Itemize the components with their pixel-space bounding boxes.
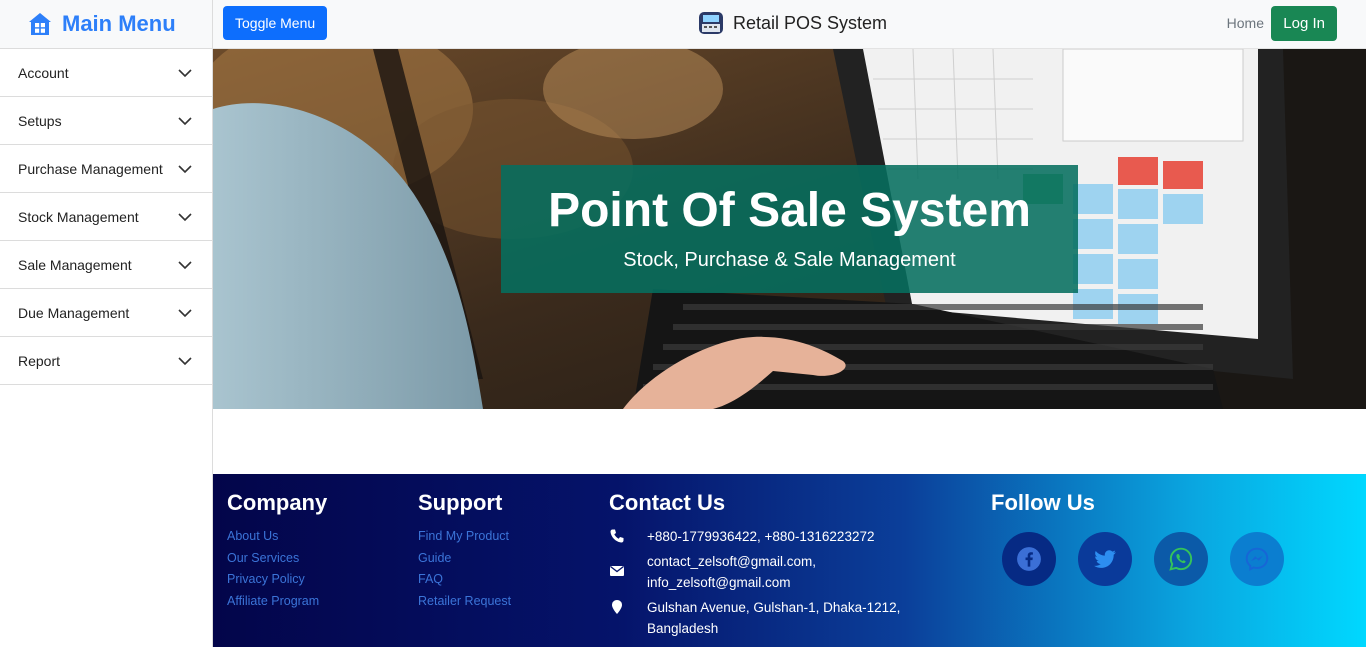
chevron-down-icon: [178, 212, 192, 221]
sidebar-item-label: Stock Management: [18, 208, 139, 225]
footer-link-our-services[interactable]: Our Services: [227, 548, 327, 570]
footer-link-retailer-request[interactable]: Retailer Request: [418, 591, 511, 613]
sidebar-item-label: Due Management: [18, 304, 130, 321]
sidebar-item-label: Account: [18, 64, 69, 81]
sidebar-item-sale-management[interactable]: Sale Management: [0, 241, 212, 289]
home-grid-icon: [29, 13, 51, 35]
sidebar-item-account[interactable]: Account: [0, 49, 212, 97]
location-pin-icon: [612, 600, 622, 614]
footer-link-affiliate-program[interactable]: Affiliate Program: [227, 591, 327, 613]
footer-contact-column: Contact Us +880-1779936422, +880-1316223…: [609, 490, 929, 643]
hero-title: Point Of Sale System: [548, 184, 1031, 237]
chevron-down-icon: [178, 68, 192, 77]
app-root: Main Menu Account Setups Purchase Manage…: [0, 0, 1366, 647]
sidebar-item-report[interactable]: Report: [0, 337, 212, 385]
chevron-down-icon: [178, 356, 192, 365]
chevron-down-icon: [178, 116, 192, 125]
top-navbar: Toggle Menu Retail POS System Home Log I…: [213, 0, 1366, 49]
contact-email-1: contact_zelsoft@gmail.com,: [647, 554, 817, 569]
brand-name: Retail POS System: [733, 12, 888, 33]
footer-link-faq[interactable]: FAQ: [418, 569, 511, 591]
sidebar-item-label: Report: [18, 352, 61, 369]
footer-link-find-my-product[interactable]: Find My Product: [418, 526, 511, 548]
hero-subtitle: Stock, Purchase & Sale Management: [623, 249, 956, 271]
chevron-down-icon: [178, 164, 192, 173]
sidebar-item-label: Sale Management: [18, 256, 132, 273]
login-button[interactable]: Log In: [1271, 6, 1337, 41]
nav-home-link[interactable]: Home: [1227, 15, 1264, 31]
facebook-icon: [1017, 547, 1041, 571]
footer-link-privacy-policy[interactable]: Privacy Policy: [227, 569, 327, 591]
contact-email-row: contact_zelsoft@gmail.com, info_zelsoft@…: [609, 551, 929, 593]
social-links: [1002, 532, 1284, 586]
messenger-button[interactable]: [1230, 532, 1284, 586]
cash-register-icon: [699, 12, 723, 34]
brand[interactable]: Retail POS System: [697, 9, 887, 37]
contact-email-2: info_zelsoft@gmail.com: [647, 575, 791, 590]
whatsapp-button[interactable]: [1154, 532, 1208, 586]
footer-link-guide[interactable]: Guide: [418, 548, 511, 570]
contact-address-row: Gulshan Avenue, Gulshan-1, Dhaka-1212, B…: [609, 597, 929, 639]
sidebar-item-stock-management[interactable]: Stock Management: [0, 193, 212, 241]
envelope-icon: [610, 565, 624, 576]
contact-address-2: Bangladesh: [647, 621, 719, 636]
footer-follow-column: Follow Us: [991, 490, 1284, 586]
sidebar-item-due-management[interactable]: Due Management: [0, 289, 212, 337]
footer-support-heading: Support: [418, 490, 503, 515]
footer-follow-heading: Follow Us: [991, 490, 1095, 515]
hero-overlay-box: Point Of Sale System Stock, Purchase & S…: [501, 165, 1078, 293]
sidebar-title: Main Menu: [62, 11, 176, 36]
footer-support-column: Support Find My Product Guide FAQ Retail…: [418, 490, 511, 613]
messenger-icon: [1245, 547, 1269, 571]
chevron-down-icon: [178, 308, 192, 317]
sidebar-item-label: Setups: [18, 112, 62, 129]
footer-company-column: Company About Us Our Services Privacy Po…: [227, 490, 327, 613]
whatsapp-icon: [1169, 547, 1193, 571]
footer: Company About Us Our Services Privacy Po…: [213, 474, 1366, 647]
contact-phone-text: +880-1779936422, +880-1316223272: [647, 529, 875, 544]
toggle-menu-button[interactable]: Toggle Menu: [223, 6, 328, 40]
facebook-button[interactable]: [1002, 532, 1056, 586]
contact-email-text: contact_zelsoft@gmail.com, info_zelsoft@…: [647, 551, 816, 593]
sidebar-header: Main Menu: [0, 0, 212, 49]
contact-phone-row: +880-1779936422, +880-1316223272: [609, 526, 929, 547]
phone-icon: [610, 529, 624, 543]
sidebar-item-purchase-management[interactable]: Purchase Management: [0, 145, 212, 193]
sidebar: Main Menu Account Setups Purchase Manage…: [0, 0, 213, 647]
twitter-icon: [1094, 550, 1116, 568]
footer-contact-heading: Contact Us: [609, 490, 726, 515]
footer-company-heading: Company: [227, 490, 328, 515]
footer-link-about-us[interactable]: About Us: [227, 526, 327, 548]
twitter-button[interactable]: [1078, 532, 1132, 586]
contact-address-text: Gulshan Avenue, Gulshan-1, Dhaka-1212, B…: [647, 597, 900, 639]
sidebar-item-label: Purchase Management: [18, 160, 163, 177]
sidebar-item-setups[interactable]: Setups: [0, 97, 212, 145]
chevron-down-icon: [178, 260, 192, 269]
contact-address-1: Gulshan Avenue, Gulshan-1, Dhaka-1212,: [647, 600, 901, 615]
hero-banner: Point Of Sale System Stock, Purchase & S…: [213, 49, 1366, 409]
